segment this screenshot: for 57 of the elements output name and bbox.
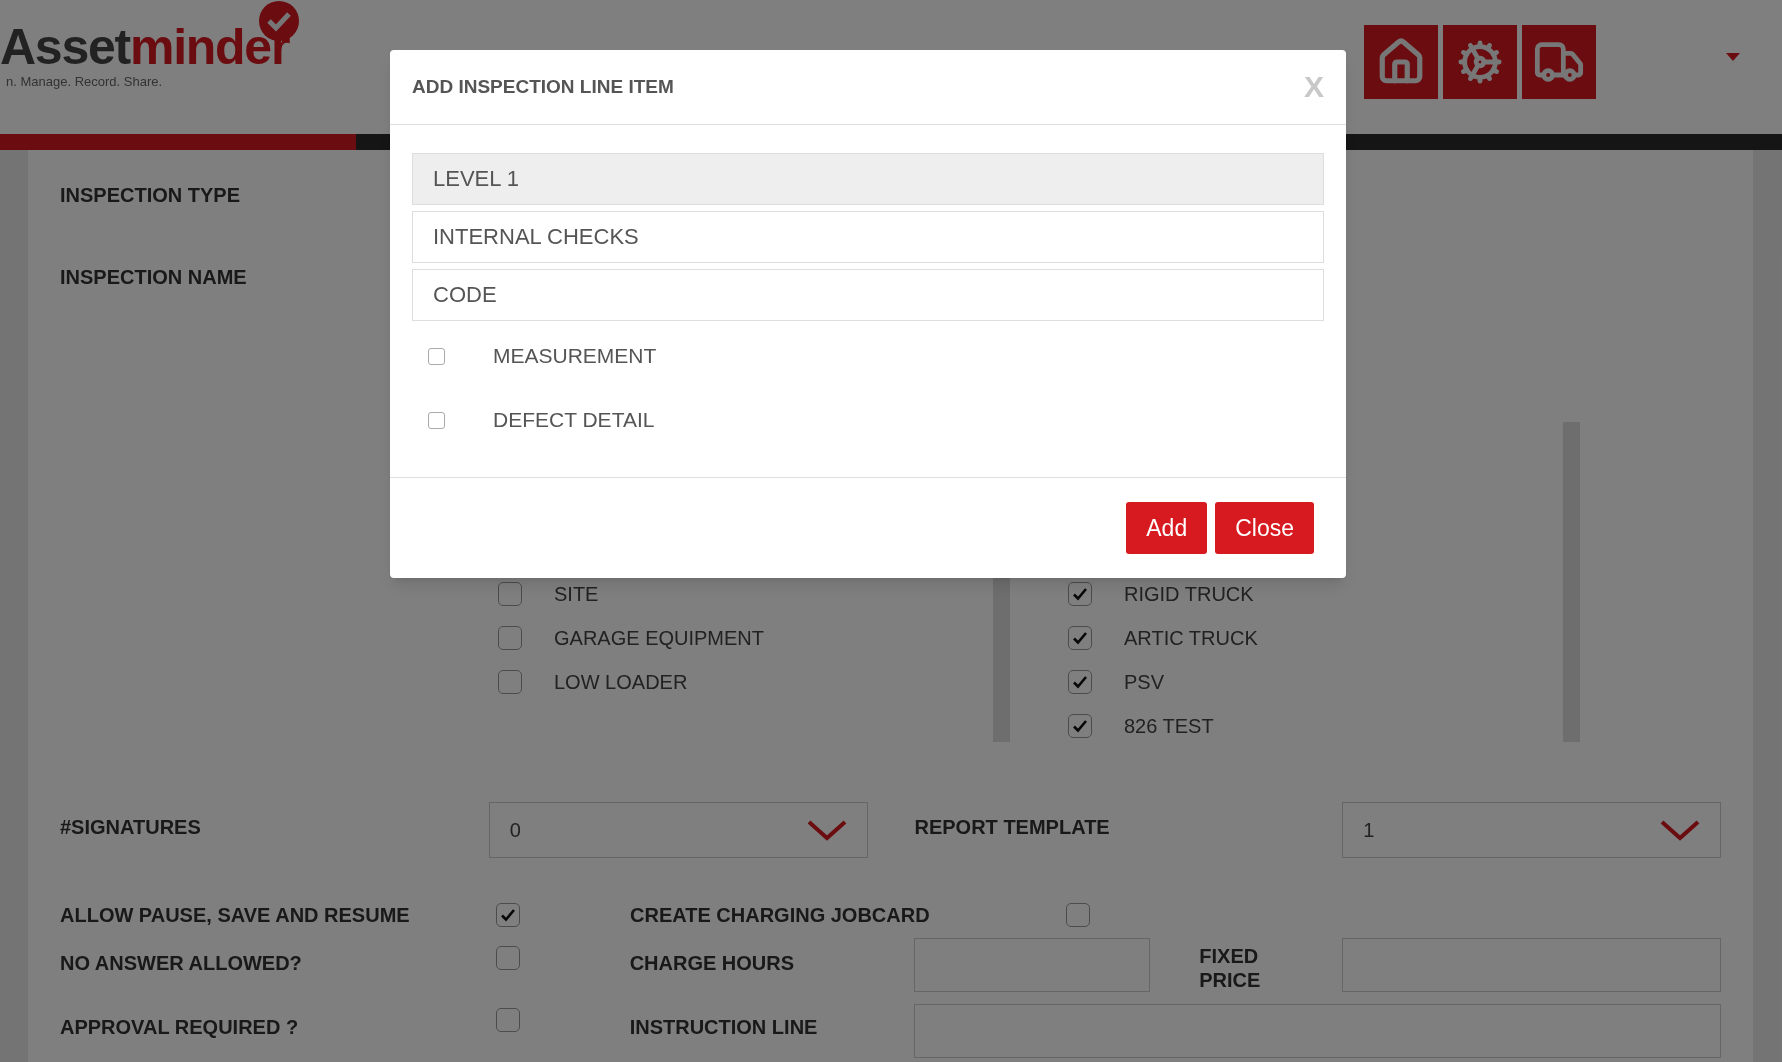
select-field[interactable]: 1 — [1342, 802, 1721, 858]
text-field[interactable]: CODE — [412, 269, 1324, 321]
checkbox[interactable] — [498, 626, 522, 650]
checkbox[interactable] — [1068, 714, 1092, 738]
checkbox-label: ARTIC TRUCK — [1124, 626, 1258, 651]
home-button[interactable] — [1364, 25, 1438, 99]
checkbox[interactable] — [495, 1008, 520, 1032]
field-label: #SIGNATURES — [60, 815, 202, 840]
checkbox[interactable] — [496, 903, 520, 927]
field-label: FIXED PRICE — [1199, 944, 1262, 992]
checkbox[interactable] — [1068, 626, 1092, 650]
text-field[interactable]: INTERNAL CHECKS — [412, 211, 1324, 263]
dialog-button[interactable]: Add — [1126, 502, 1208, 554]
checkmark-icon — [1072, 586, 1088, 602]
dialog-title: ADD INSPECTION LINE ITEM — [412, 74, 674, 99]
field-label: APPROVAL REQUIRED ? — [60, 1015, 300, 1040]
input-field[interactable] — [914, 938, 1151, 992]
field-label: INSTRUCTION LINE — [629, 1015, 819, 1040]
field-label: CREATE CHARGING JOBCARD — [630, 903, 931, 928]
checkbox-label: SITE — [554, 582, 599, 607]
field-label: INSPECTION NAME — [60, 266, 247, 288]
chevron-down-icon — [806, 819, 847, 841]
settings-icon — [1457, 39, 1503, 85]
checkmark-icon — [1072, 718, 1088, 734]
checkbox[interactable] — [428, 411, 445, 429]
field-label: ALLOW PAUSE, SAVE AND RESUME — [60, 903, 411, 928]
checkbox-label: GARAGE EQUIPMENT — [554, 626, 765, 651]
checkbox-label: LOW LOADER — [554, 670, 688, 695]
checkbox[interactable] — [1066, 903, 1090, 927]
field-label: INSPECTION TYPE — [60, 184, 241, 206]
checkbox-label: PSV — [1124, 670, 1165, 695]
checkbox[interactable] — [428, 347, 445, 365]
dialog-button[interactable]: Close — [1215, 502, 1314, 554]
checkbox-label: MEASUREMENT — [493, 343, 657, 370]
truck-button[interactable] — [1522, 25, 1596, 99]
checkbox[interactable] — [1068, 582, 1092, 606]
chevron-down-icon — [1660, 819, 1700, 841]
checkmark-icon — [500, 907, 516, 923]
dropdown-caret-icon — [1726, 53, 1740, 61]
checkmark-icon — [1072, 630, 1088, 646]
checkbox[interactable] — [498, 670, 522, 694]
checkbox-label: 826 TEST — [1124, 714, 1214, 739]
input-field[interactable] — [1342, 938, 1721, 992]
checkbox-label: DEFECT DETAIL — [493, 407, 655, 434]
input-field[interactable] — [914, 1004, 1721, 1058]
logo-tagline: n. Manage. Record. Share. — [6, 73, 164, 92]
checkbox-label: RIGID TRUCK — [1124, 582, 1254, 607]
checkbox[interactable] — [495, 946, 520, 970]
settings-button[interactable] — [1443, 25, 1517, 99]
field-label: REPORT TEMPLATE — [914, 815, 1111, 840]
field-label: CHARGE HOURS — [629, 951, 796, 976]
logo-text: Assetminder — [0, 22, 290, 73]
checkbox[interactable] — [1068, 670, 1092, 694]
select-field[interactable]: 0 — [488, 802, 868, 858]
checkmark-icon — [1072, 674, 1088, 690]
field-label: NO ANSWER ALLOWED? — [60, 951, 303, 976]
checkbox[interactable] — [498, 582, 522, 606]
